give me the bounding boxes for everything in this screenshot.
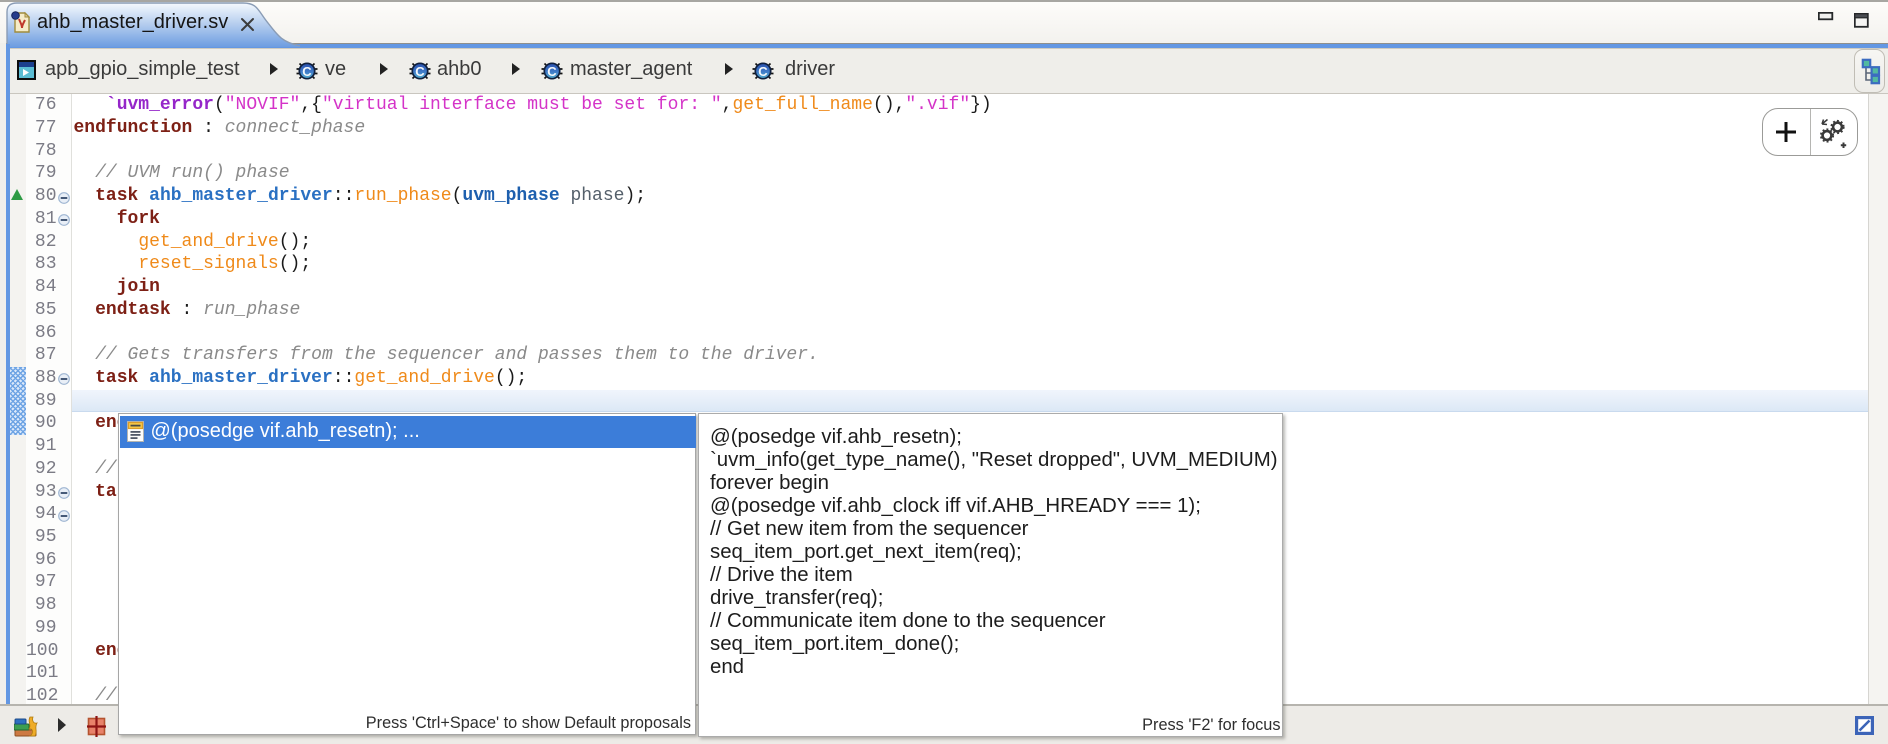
svg-text:C: C [547,64,557,79]
svg-text:C: C [415,64,425,79]
svg-text:C: C [758,64,768,79]
svg-text:C: C [302,64,312,79]
